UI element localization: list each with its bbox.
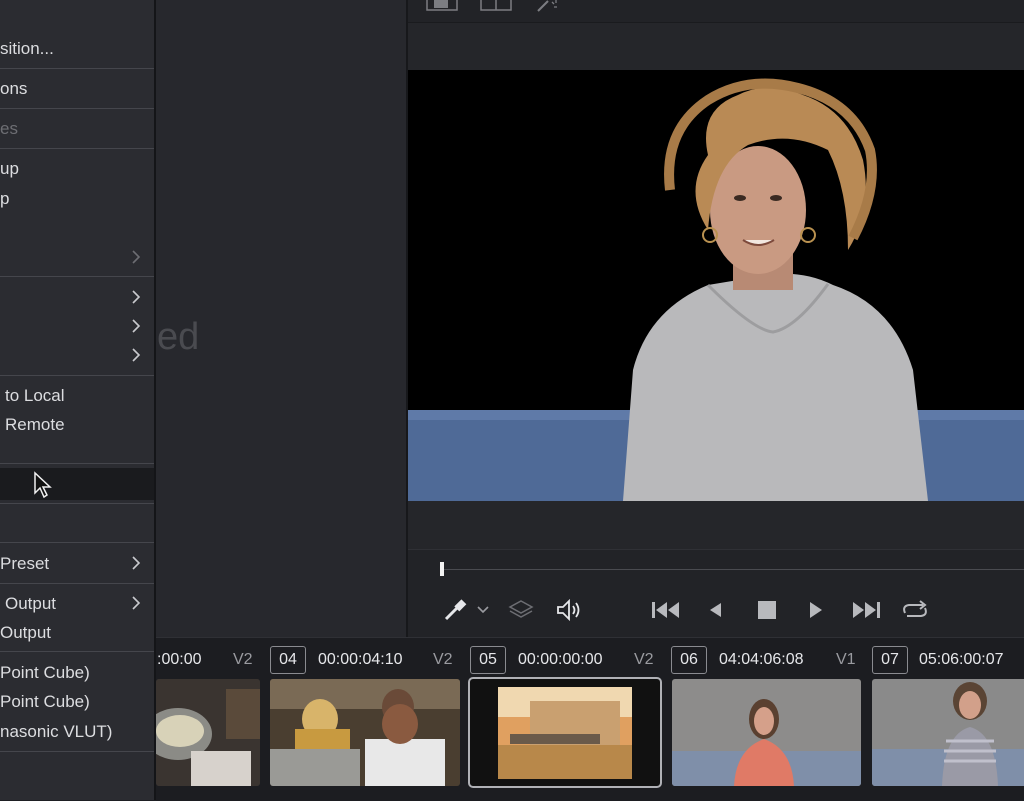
- menu-item-submenu-4[interactable]: [0, 343, 154, 369]
- street-scene-thumbnail: [470, 679, 660, 786]
- menu-item-cube-1[interactable]: Point Cube): [0, 660, 154, 686]
- skip-back-icon[interactable]: [650, 598, 682, 622]
- menu-item-remote[interactable]: Remote: [0, 412, 154, 438]
- woman-striped-thumbnail: [872, 679, 1024, 786]
- menu-item-preset[interactable]: Preset: [0, 551, 154, 577]
- loop-icon[interactable]: [899, 598, 931, 622]
- chevron-right-icon: [132, 596, 141, 610]
- clip-number: 07: [872, 646, 908, 674]
- panel-placeholder-text: ed: [157, 316, 200, 358]
- chefs-kitchen-thumbnail: [270, 679, 460, 786]
- volume-icon[interactable]: [555, 598, 585, 622]
- chevron-right-icon: [132, 556, 141, 570]
- menu-item-group-2[interactable]: p: [0, 186, 154, 212]
- magic-wand-icon[interactable]: [534, 0, 560, 12]
- stop-icon[interactable]: [756, 598, 778, 622]
- menu-item-submenu-2[interactable]: [0, 285, 154, 311]
- viewer-top-bar: [408, 22, 1024, 71]
- clip-track: V2: [433, 651, 453, 668]
- menu-separator: [0, 463, 154, 464]
- skip-forward-icon[interactable]: [850, 598, 882, 622]
- menu-item-position[interactable]: sition...: [0, 36, 154, 62]
- menu-item-submenu-3[interactable]: [0, 314, 154, 340]
- menu-item-vlut[interactable]: nasonic VLUT): [0, 719, 154, 745]
- chevron-down-icon[interactable]: [475, 598, 491, 622]
- clip-number: 04: [270, 646, 306, 674]
- chevron-right-icon: [132, 319, 141, 333]
- menu-separator: [0, 108, 154, 109]
- menu-separator: [0, 503, 154, 504]
- clip-thumbnail-02[interactable]: [156, 679, 260, 786]
- menu-separator: [0, 276, 154, 277]
- menu-item-options[interactable]: ons: [0, 76, 154, 102]
- menu-item-group-1[interactable]: up: [0, 156, 154, 182]
- clip-thumbnail-07[interactable]: [872, 679, 1024, 786]
- menu-separator: [0, 751, 154, 752]
- transport-controls-area: [408, 549, 1024, 638]
- menu-item-to-local[interactable]: to Local: [0, 383, 154, 409]
- menu-item-output[interactable]: Output: [0, 620, 154, 646]
- mouse-cursor-icon: [34, 471, 52, 499]
- clip-thumbnail-04[interactable]: [270, 679, 460, 786]
- menu-separator: [0, 375, 154, 376]
- clip-timecode: 00:00:04:10: [318, 651, 403, 668]
- clip-timecode: 04:04:06:08: [719, 651, 804, 668]
- viewer-bottom-bar: [408, 501, 1024, 549]
- menu-separator: [0, 651, 154, 652]
- chevron-right-icon: [132, 348, 141, 362]
- play-icon[interactable]: [806, 598, 826, 622]
- clip-thumbnail-06[interactable]: [672, 679, 861, 786]
- clip-timecode: 05:06:00:07: [919, 651, 1004, 668]
- clip-track: V2: [634, 651, 654, 668]
- menu-item-submenu-1[interactable]: [0, 245, 154, 271]
- clip-number: 05: [470, 646, 506, 674]
- clip-timecode: 00:00:00:00: [518, 651, 603, 668]
- single-viewer-icon[interactable]: [426, 0, 458, 12]
- step-back-icon[interactable]: [706, 598, 726, 622]
- menu-separator: [0, 542, 154, 543]
- scrubber-track[interactable]: [441, 569, 1024, 570]
- clip-track: V2: [233, 651, 253, 668]
- clip-track: V1: [836, 651, 856, 668]
- menu-item-disabled: es: [0, 119, 18, 138]
- interview-frame-image: [408, 70, 1024, 501]
- layers-icon[interactable]: [507, 598, 535, 622]
- menu-item-highlighted[interactable]: [0, 468, 154, 500]
- menu-separator: [0, 583, 154, 584]
- scrubber-playhead[interactable]: [440, 562, 444, 576]
- dual-viewer-icon[interactable]: [480, 0, 512, 12]
- eyedropper-icon[interactable]: [442, 598, 468, 622]
- woman-pink-thumbnail: [672, 679, 861, 786]
- menu-item-cube-2[interactable]: Point Cube): [0, 689, 154, 715]
- kitchen-pot-thumbnail: [156, 679, 260, 786]
- context-menu: sition... ons es up p to Local Remote Pr…: [0, 0, 154, 800]
- viewer-video-frame[interactable]: [408, 70, 1024, 501]
- chevron-right-icon: [132, 250, 141, 264]
- clip-thumbnail-05[interactable]: [468, 677, 662, 788]
- clip-timecode: :00:00: [157, 651, 202, 668]
- menu-item-output-submenu[interactable]: Output: [0, 591, 154, 617]
- clip-number: 06: [671, 646, 707, 674]
- menu-separator: [0, 148, 154, 149]
- chevron-right-icon: [132, 290, 141, 304]
- viewer-toolbar: [408, 0, 1024, 22]
- menu-separator: [0, 68, 154, 69]
